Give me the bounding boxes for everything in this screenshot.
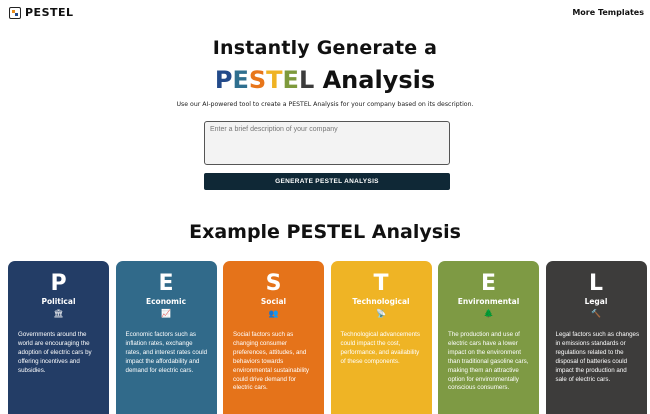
pestel-letter: P — [214, 66, 233, 94]
card-description: Technological advancements could impact … — [340, 331, 420, 365]
logo[interactable]: PESTEL — [9, 6, 74, 19]
card-letter: E — [158, 271, 174, 296]
satellite-icon: 📡 — [376, 309, 386, 318]
top-bar: PESTEL More Templates — [0, 0, 650, 26]
card-title: Political — [41, 297, 76, 306]
more-templates-link[interactable]: More Templates — [572, 8, 644, 17]
gavel-icon: 🔨 — [591, 309, 601, 318]
pestel-letter: S — [248, 66, 267, 94]
logo-text: PESTEL — [25, 6, 74, 19]
trend-up-icon: 📈 — [161, 309, 171, 318]
bank-icon: 🏛 — [53, 309, 64, 318]
card-description: Governments around the world are encoura… — [18, 331, 92, 374]
tree-icon: 🌲 — [483, 309, 494, 318]
card-title: Technological — [352, 297, 410, 306]
card-letter: P — [50, 271, 67, 296]
card-title: Social — [260, 297, 287, 306]
example-section-title: Example PESTEL Analysis — [189, 221, 461, 243]
card-title: Economic — [145, 297, 187, 306]
pestel-cards: P Political 🏛 Governments around the world … — [8, 261, 648, 414]
hero-subtitle: Use our AI-powered tool to create a PEST… — [176, 101, 474, 108]
pestel-card-legal: L Legal 🔨 Legal factors such as changes in … — [545, 261, 647, 414]
pestel-colored-word: PESTEL — [215, 66, 314, 94]
card-letter: T — [373, 271, 389, 296]
pestel-card-technological: T Technological 📡 Technological advancement… — [330, 261, 432, 414]
pestel-card-political: P Political 🏛 Governments around the world … — [8, 261, 109, 414]
card-title: Legal — [584, 297, 608, 306]
card-description: Legal factors such as changes in emissio… — [555, 331, 640, 383]
card-letter: S — [265, 271, 282, 296]
pestel-letter: L — [298, 66, 315, 94]
pestel-card-economic: E Economic 📈 Economic factors such as infla… — [115, 261, 217, 414]
pestel-letter: E — [232, 66, 249, 94]
pestel-letter: E — [282, 66, 299, 94]
company-description-input[interactable] — [204, 121, 450, 165]
pestel-letter: T — [266, 66, 283, 94]
card-letter: L — [588, 271, 604, 296]
generate-analysis-button[interactable]: GENERATE PESTEL ANALYSIS — [204, 173, 450, 190]
card-letter: E — [480, 271, 497, 296]
hero-title-line2: PESTEL Analysis — [0, 66, 650, 94]
hero-title-line1: Instantly Generate a — [212, 37, 438, 59]
people-icon: 👥 — [268, 309, 279, 318]
logo-icon — [9, 6, 21, 19]
pestel-card-environmental: E Environmental 🌲 The production and use of… — [438, 261, 539, 414]
hero-title-suffix: Analysis — [314, 66, 436, 94]
card-description: Economic factors such as inflation rates… — [125, 331, 208, 374]
card-title: Environmental — [457, 297, 520, 306]
card-description: Social factors such as changing consumer… — [233, 331, 310, 392]
pestel-card-social: S Social 👥 Social factors such as changing … — [223, 261, 324, 414]
card-description: The production and use of electric cars … — [448, 331, 529, 392]
